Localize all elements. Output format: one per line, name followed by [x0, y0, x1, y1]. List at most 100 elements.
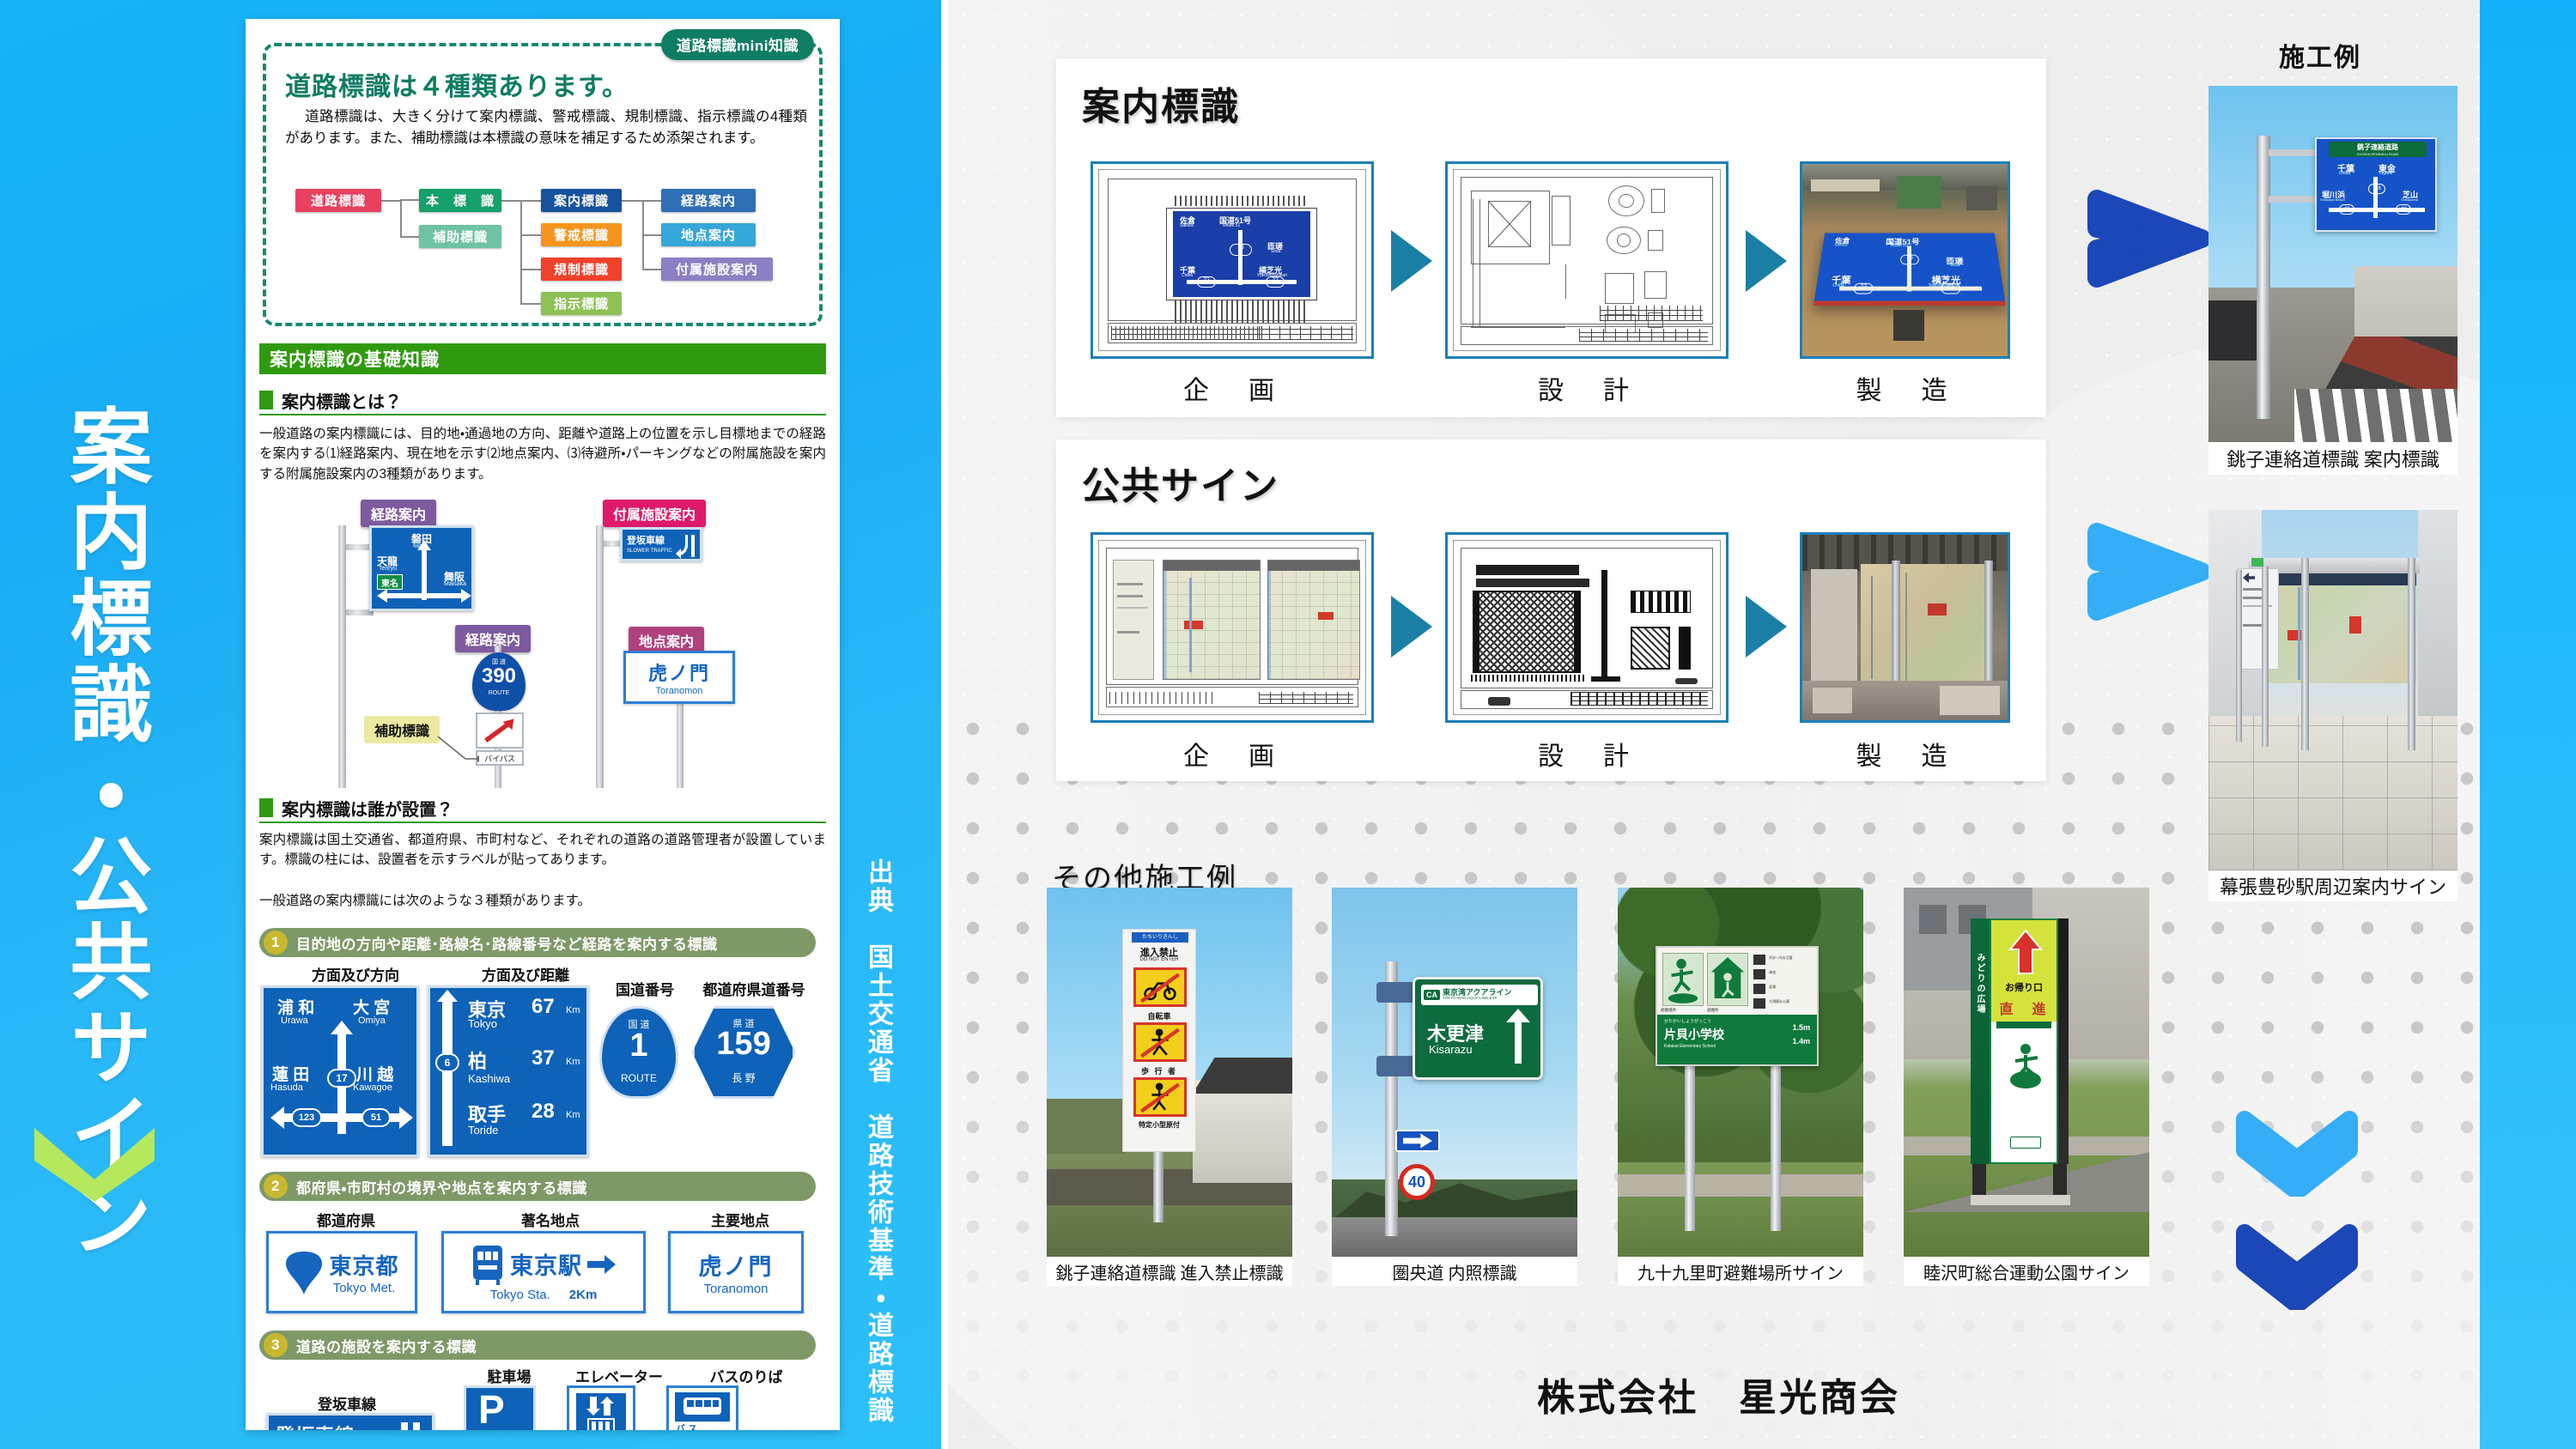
subheading-who-installs: 案内標識は誰が設置？: [259, 794, 826, 823]
other-caption-3: 九十九里町避難場所サイン: [1618, 1257, 1863, 1286]
company-name: 株式会社 星光商会: [1537, 1377, 1900, 1419]
route-shield-6: 6: [435, 1053, 459, 1072]
process-caption-guide-design: 設 計: [1538, 377, 1636, 405]
process-image-guide-manufacturing: 佐倉 Sakura 国道51号 Route 51 匝瑳 Sosa 千葉 Chib…: [1800, 161, 2010, 359]
sign-evacuation: 避難場所 避難所 洪水 / 内水氾濫 津波 高潮 大規模な火事 かたかいしょうが…: [1656, 946, 1819, 1066]
process-image-guide-design: [1445, 161, 1728, 359]
arrow-right-icon-3: [1391, 596, 1432, 658]
group-title-2: 都府県・市町村の境界や地点を案内する標識: [296, 1179, 587, 1197]
other-photo-evacuation: 避難場所 避難所 洪水 / 内水氾濫 津波 高潮 大規模な火事 かたかいしょうが…: [1618, 888, 1863, 1257]
mini-knowledge-box: 道路標識mini知識 道路標識は４種類あります。 道路標識は、大きく分けて案内標…: [263, 29, 823, 326]
sign-aqualine: CA 東京湾アクアライン TOKYO-WAN-AQUA-LINE EXP 木更津…: [1413, 977, 1543, 1080]
sign-parking: P: [464, 1385, 536, 1430]
group-number-3: 3: [264, 1333, 288, 1357]
sign-toranomon-major: 虎ノ門 Toranomon: [668, 1231, 804, 1313]
sign-slower-traffic: 登坂車線 SLOWER TRAFFIC: [266, 1413, 434, 1430]
label-prefecture: 都道府県: [317, 1213, 375, 1229]
group-bar-2: 2 都府県・市町村の境界や地点を案内する標識: [259, 1172, 816, 1201]
group-bar-3: 3 道路の施設を案内する標識: [259, 1331, 816, 1360]
tree-node-warning: 警戒標識: [541, 223, 622, 246]
evacuation-icon: [2010, 1044, 2041, 1088]
tree-node-guide: 案内標識: [541, 189, 622, 212]
leader-line: [437, 736, 479, 762]
chevron-down-icon-dark: [2236, 1224, 2358, 1310]
process-image-public-manufacturing: [1800, 532, 2010, 723]
climbing-lane-icon: [401, 1422, 420, 1430]
group-number-1: 1: [264, 931, 288, 955]
mini-knowledge-tag: 道路標識mini知識: [661, 29, 814, 60]
sign-elevator: [567, 1385, 635, 1430]
process-caption-public-planning: 企 画: [1183, 743, 1281, 771]
right-blue-strip: [2480, 0, 2576, 1449]
sign-aux-bypass: バイパス: [476, 750, 524, 766]
example-caption-2: 幕張豊砂駅周辺案内サイン: [2208, 870, 2458, 901]
mini-knowledge-heading: 道路標識は４種類あります。: [285, 73, 629, 101]
process-card-guide-signs: 案内標識 佐倉 Sakura 国道51号 Route 51 匝瑳 Sosa 千葉…: [1056, 58, 2046, 417]
process-caption-public-manufacturing: 製 造: [1856, 743, 1954, 771]
process-image-public-design: [1445, 532, 1728, 723]
tag-aux-sign: 補助標識: [364, 716, 440, 743]
sign-national-route-390: 国 道 390 ROUTE: [472, 652, 526, 711]
tag-route-guide-2: 経路案内: [455, 625, 532, 652]
other-photo-aqualine: CA 東京湾アクアライン TOKYO-WAN-AQUA-LINE EXP 木更津…: [1332, 888, 1577, 1257]
guide-sign-illustration: 経路案内 磐田 Iwata 天龍 Tenryu 舞阪 Maisaka 東名 経路…: [259, 500, 826, 791]
arrow-right-icon-2: [1746, 230, 1787, 292]
sign-prefectural-route-number: 県 道 159 長 野: [692, 1006, 795, 1099]
process-title-public: 公共サイン: [1082, 465, 1279, 507]
sign-direction: 浦 和 Urawa 大 宮 Omiya 蓮 田 Hasuda 川 越 Kawag…: [261, 985, 419, 1157]
label-major-point: 主要地点: [711, 1213, 769, 1229]
sign-slower-traffic-small: 登坂車線 SLOWER TRAFFIC: [620, 527, 702, 561]
label-prefectural-route: 都道府県道番号: [702, 982, 805, 998]
train-icon: [473, 1245, 502, 1285]
tree-node-root: 道路標識: [295, 189, 381, 212]
chevron-down-icon-light: [2236, 1111, 2358, 1197]
chevron-right-icon-light: [2087, 523, 2211, 621]
sign-toranomon-point: 虎ノ門 Toranomon: [623, 651, 735, 704]
tree-node-facility-guide: 付属施設案内: [661, 258, 773, 281]
label-climbing-lane: 登坂車線: [318, 1397, 376, 1413]
group-number-2: 2: [264, 1174, 288, 1198]
tomei-badge: 東名: [377, 574, 403, 590]
sign-tokyo-station: 東京駅 Tokyo Sta. 2Km: [441, 1231, 646, 1313]
route-shield-center: 17: [327, 1069, 356, 1088]
group-title-1: 目的地の方向や距離･路線名･路線番号など経路を案内する標識: [296, 936, 718, 953]
left-panel-edge: [941, 0, 948, 1449]
process-image-guide-planning: 佐倉 Sakura 国道51号 Route 51 匝瑳 Sosa 千葉 Chib…: [1091, 161, 1374, 359]
slide-root: 案内標識・公共サイン 出典 国土交通省 道路技術基準・道路標識 道路標識mini…: [0, 0, 2576, 1449]
sign-national-route-number: 国 道 1 ROUTE: [599, 1006, 678, 1099]
process-caption-guide-planning: 企 画: [1183, 377, 1281, 405]
paragraph-who-installs-2: 一般道路の案内標識には次のような３種類があります。: [259, 894, 591, 908]
mini-knowledge-paragraph: 道路標識は、大きく分けて案内標識、警戒標識、規制標識、指示標識の4種類があります…: [285, 109, 807, 147]
tree-node-route-guide: 経路案内: [661, 189, 756, 212]
process-caption-public-design: 設 計: [1538, 743, 1636, 771]
examples-heading: 施工例: [2279, 44, 2361, 72]
example-photo-makuhari-sign: [2208, 510, 2458, 870]
chevron-down-icon-green: [34, 1128, 155, 1202]
process-title-guide: 案内標識: [1082, 86, 1240, 128]
tree-node-instruction: 指示標識: [541, 292, 622, 315]
label-bus-stop: バスのりば: [709, 1369, 783, 1385]
paragraph-what-is: 一般道路の案内標識には、目的地・通過地の方向、距離や道路上の位置を示し目標地まで…: [259, 427, 826, 482]
process-caption-guide-manufacturing: 製 造: [1856, 377, 1954, 405]
group-bar-1: 1 目的地の方向や距離･路線名･路線番号など経路を案内する標識: [259, 928, 816, 957]
reference-poster: 道路標識mini知識 道路標識は４種類あります。 道路標識は、大きく分けて案内標…: [246, 19, 840, 1430]
tree-node-main-sign: 本 標 識: [419, 189, 501, 212]
tree-node-aux-sign: 補助標識: [419, 225, 501, 248]
sign-bus-stop: バ スのりば: [666, 1385, 738, 1430]
label-distance: 方面及び距離: [482, 967, 569, 984]
other-photo-park-sign: みどりの広場 お帰り口 直 進: [1904, 888, 2149, 1257]
tree-node-point-guide: 地点案内: [661, 223, 756, 246]
process-card-public-signs: 公共サイン 企 画 設 計 製 造: [1056, 440, 2046, 781]
route-shield-right: 51: [361, 1108, 391, 1127]
sign-arrow-blue: [1395, 1130, 1440, 1152]
arrow-right-icon-4: [1746, 596, 1787, 658]
label-national-route: 国道番号: [616, 982, 674, 998]
other-caption-1: 銚子連絡道標識 進入禁止標識: [1047, 1257, 1292, 1286]
sign-route-guide: 磐田 Iwata 天龍 Tenryu 舞阪 Maisaka 東名: [369, 525, 474, 611]
sign-choshi-renraku: 銚子連絡道路 CHOSHI RENRAKU ROAD 千葉 Chiba 東金 T…: [2315, 137, 2437, 232]
label-elevator: エレベーター: [575, 1369, 663, 1385]
sign-category-tree: 道路標識 本 標 識 補助標識 案内標識 警戒標識 規制標識 指示標識 経路案内…: [295, 182, 811, 319]
other-photo-no-entry: たちいりきんし 進入禁止 DO NOT ENTER 自転車 歩 行 者 特定小型…: [1047, 888, 1292, 1257]
arrow-right-icon-1: [1391, 230, 1432, 292]
paragraph-who-installs-1: 案内標識は国土交通省、都道府県、市町村など、それぞれの道路の道路管理者が設置して…: [259, 833, 826, 868]
